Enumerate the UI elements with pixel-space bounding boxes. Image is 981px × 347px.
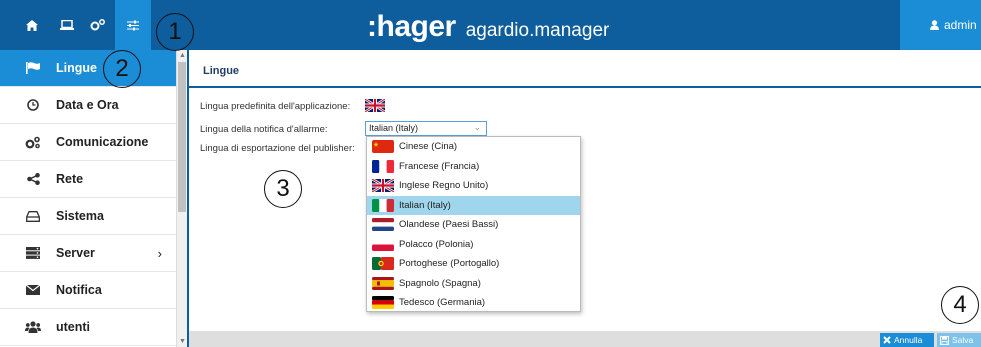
sidebar-item-comunicazione[interactable]: Comunicazione: [0, 124, 176, 161]
sidebar-item-notifica[interactable]: Notifica: [0, 272, 176, 309]
user-icon: [930, 20, 939, 30]
germany-flag-icon: [372, 296, 394, 310]
hdd-icon: [24, 209, 42, 223]
scroll-up-arrow-icon[interactable]: ▲: [179, 52, 186, 59]
user-name: admin: [944, 18, 977, 32]
dropdown-option-label: Cinese (Cina): [399, 141, 458, 153]
cancel-button[interactable]: Annulla: [880, 333, 934, 347]
flag-icon: [24, 61, 42, 75]
france-flag-icon: [372, 159, 394, 173]
dropdown-option-label: Francese (Francia): [399, 160, 480, 172]
callout-1: 1: [156, 13, 194, 51]
users-icon: [24, 320, 42, 334]
floppy-icon: [940, 335, 949, 345]
italy-flag-icon: [372, 198, 394, 212]
sidebar-item-server[interactable]: Server ›: [0, 235, 176, 272]
cogs-icon: [24, 135, 42, 149]
sidebar-item-label: Rete: [56, 172, 84, 186]
dropdown-option-label: Portoghese (Portogallo): [399, 258, 500, 270]
save-button[interactable]: Salva: [937, 333, 981, 347]
sidebar-item-label: Lingue: [56, 61, 97, 75]
uk-flag-icon: [372, 179, 394, 193]
hager-logo: :hager: [367, 10, 456, 43]
callout-3: 3: [264, 170, 302, 208]
dropdown-option-label: Inglese Regno Unito): [399, 180, 489, 192]
dropdown-option-it-selected[interactable]: Italian (Italy): [367, 195, 580, 215]
chevron-down-icon: ⌄: [473, 122, 481, 132]
sidebar-item-data-e-ora[interactable]: Data e Ora: [0, 87, 176, 124]
dropdown-option-pt[interactable]: Portoghese (Portogallo): [367, 254, 580, 274]
portugal-flag-icon: [372, 257, 394, 271]
dropdown-option-de[interactable]: Tedesco (Germania): [367, 293, 580, 313]
dropdown-option-nl[interactable]: Olandese (Paesi Bassi): [367, 215, 580, 235]
uk-flag-icon[interactable]: [364, 97, 386, 117]
china-flag-icon: [372, 140, 394, 154]
sidebar-item-label: Data e Ora: [56, 98, 119, 112]
scrollbar-thumb[interactable]: [178, 62, 186, 212]
top-bar: :hager agardio.manager admin: [0, 0, 981, 50]
alarm-language-select[interactable]: Italian (Italy) ⌄: [365, 121, 487, 136]
sidebar-item-label: utenti: [56, 320, 91, 334]
close-icon: [883, 336, 891, 344]
footer-bar: [189, 331, 981, 347]
dropdown-option-pl[interactable]: Polacco (Polonia): [367, 235, 580, 255]
gears-icon[interactable]: [88, 15, 108, 35]
alarm-language-label: Lingua della notifica d'allarme:: [200, 124, 328, 135]
main-panel: Lingue Lingua predefinita dell'applicazi…: [189, 50, 981, 347]
sidebar: Lingue Data e Ora Comunicazione Rete Sis…: [0, 50, 176, 347]
poland-flag-icon: [372, 237, 394, 251]
user-menu-button[interactable]: admin: [900, 0, 981, 50]
spain-flag-icon: [372, 276, 394, 290]
dropdown-option-cn[interactable]: Cinese (Cina): [367, 137, 580, 157]
alarm-language-value: Italian (Italy): [369, 123, 419, 133]
dropdown-option-label: Polacco (Polonia): [399, 238, 474, 250]
home-icon[interactable]: [22, 15, 42, 35]
dropdown-option-label: Olandese (Paesi Bassi): [399, 219, 499, 231]
brand: :hager agardio.manager: [367, 10, 609, 44]
sidebar-scrollbar[interactable]: ▲ ▼: [176, 50, 187, 347]
app-language-label: Lingua predefinita dell'applicazione:: [200, 101, 351, 112]
dropdown-option-uk[interactable]: Inglese Regno Unito): [367, 176, 580, 196]
laptop-icon[interactable]: [57, 15, 77, 35]
callout-4: 4: [941, 286, 979, 324]
sidebar-item-sistema[interactable]: Sistema: [0, 198, 176, 235]
title-divider: [189, 86, 981, 88]
dropdown-option-fr[interactable]: Francese (Francia): [367, 157, 580, 177]
cancel-label: Annulla: [894, 335, 923, 345]
dropdown-option-es[interactable]: Spagnolo (Spagna): [367, 274, 580, 294]
product-name: agardio.manager: [465, 20, 610, 41]
sidebar-item-rete[interactable]: Rete: [0, 161, 176, 198]
chevron-right-icon: ›: [157, 245, 162, 261]
dropdown-option-label: Tedesco (Germania): [399, 297, 486, 309]
netherlands-flag-icon: [372, 218, 394, 232]
share-icon: [24, 172, 42, 186]
dropdown-option-label: Italian (Italy): [399, 199, 451, 211]
callout-2: 2: [103, 50, 141, 88]
sidebar-item-lingue[interactable]: Lingue: [0, 50, 176, 87]
page-title: Lingue: [203, 65, 240, 77]
sidebar-item-label: Server: [56, 246, 95, 260]
clock-icon: [24, 98, 42, 112]
sidebar-item-label: Notifica: [56, 283, 102, 297]
sidebar-item-label: Comunicazione: [56, 135, 149, 149]
envelope-icon: [24, 283, 42, 297]
sidebar-item-utenti[interactable]: utenti: [0, 309, 176, 346]
save-label: Salva: [952, 335, 974, 345]
server-icon: [24, 246, 42, 260]
dropdown-option-label: Spagnolo (Spagna): [399, 277, 481, 289]
sidebar-item-label: Sistema: [56, 209, 104, 223]
sliders-icon[interactable]: [115, 0, 151, 50]
publisher-language-label: Lingua di esportazione del publisher:: [200, 143, 355, 154]
language-dropdown: Cinese (Cina) Francese (Francia) Inglese…: [366, 136, 581, 312]
scroll-down-arrow-icon[interactable]: ▼: [179, 338, 186, 345]
app-root: :hager agardio.manager admin Lingue Data…: [0, 0, 981, 347]
